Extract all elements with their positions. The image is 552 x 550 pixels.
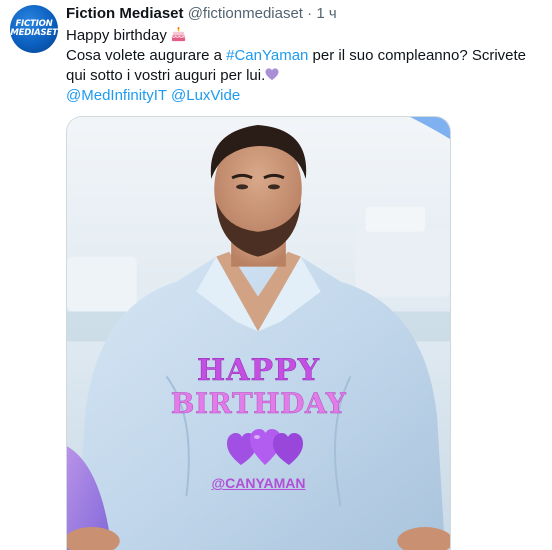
tweet-text: Happy birthday Cosa volete augurare a #C… [66, 26, 546, 106]
birthday-cake-icon [171, 27, 186, 42]
tweet-line-1: Happy birthday [66, 26, 546, 46]
purple-heart-icon [265, 68, 279, 81]
header-separator: · [307, 5, 313, 22]
hashtag-link[interactable]: #CanYaman [226, 47, 308, 64]
author-avatar[interactable]: FICTION MEDIASET [10, 5, 58, 53]
overlay-happy-text: HAPPY [196, 353, 321, 389]
tweet-media-image[interactable]: HAPPY BIRTHDAY @CANYAMAN [66, 116, 451, 550]
overlay-mention-link[interactable]: @CANYAMAN [67, 475, 450, 491]
tweet-content: Fiction Mediaset @fictionmediaset · 1 ч … [66, 4, 546, 106]
mention-link-medinfinity[interactable]: @MedInfinityIT [66, 87, 167, 104]
author-handle[interactable]: @fictionmediaset [188, 5, 303, 22]
tweet-timestamp[interactable]: 1 ч [316, 5, 336, 22]
tweet-greeting: Happy birthday [66, 27, 167, 44]
overlay-birthday-text: BIRTHDAY [170, 387, 347, 421]
tweet-header: Fiction Mediaset @fictionmediaset · 1 ч [66, 4, 546, 23]
mention-link-luxvide[interactable]: @LuxVide [171, 87, 240, 104]
tweet-body-prefix: Cosa volete augurare a [66, 47, 227, 64]
purple-hearts-icon [227, 429, 303, 465]
tweet-line-mentions: @MedInfinityIT @LuxVide [66, 86, 546, 106]
avatar-logo-line2: MEDIASET [10, 28, 58, 38]
tweet-line-2: Cosa volete augurare a #CanYaman per il … [66, 46, 546, 86]
author-name[interactable]: Fiction Mediaset [66, 5, 184, 22]
